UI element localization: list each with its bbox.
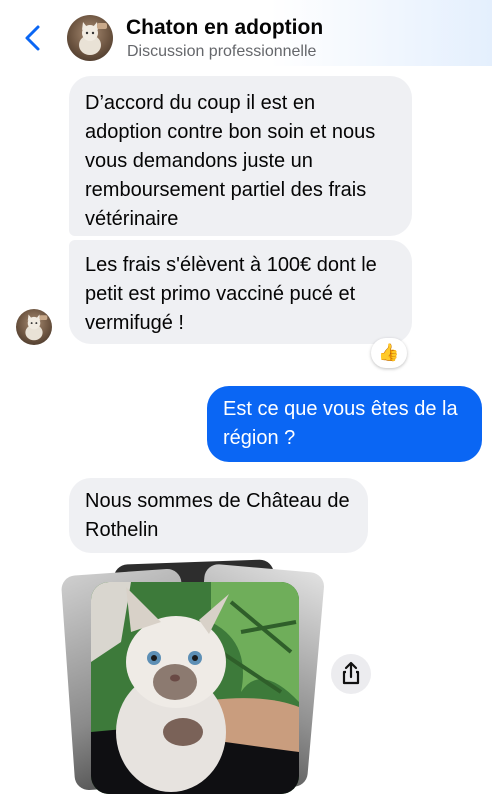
message-bubble-incoming[interactable]: Les frais s'élèvent à 100€ dont le petit…	[69, 240, 412, 344]
share-button[interactable]	[331, 654, 371, 694]
contact-avatar[interactable]	[67, 15, 113, 61]
conversation-header: Chaton en adoption Discussion profession…	[0, 0, 492, 66]
thumbs-up-reaction[interactable]: 👍	[371, 338, 407, 368]
cat-avatar-image	[25, 314, 48, 341]
kitten-photo[interactable]	[91, 582, 299, 794]
sender-avatar[interactable]	[16, 309, 52, 345]
cat-avatar-image	[79, 22, 107, 55]
conversation-subtitle: Discussion professionnelle	[127, 43, 317, 60]
message-bubble-outgoing[interactable]: Est ce que vous êtes de la région ?	[207, 386, 482, 462]
share-icon	[342, 661, 360, 685]
message-bubble-incoming[interactable]: Nous sommes de Château de Rothelin	[69, 478, 368, 553]
conversation-title[interactable]: Chaton en adoption	[126, 16, 323, 40]
message-bubble-incoming[interactable]: D’accord du coup il est en adoption cont…	[69, 76, 412, 236]
kitten-image	[91, 582, 299, 794]
photo-stack[interactable]	[60, 559, 326, 795]
chevron-left-icon[interactable]	[22, 24, 44, 52]
